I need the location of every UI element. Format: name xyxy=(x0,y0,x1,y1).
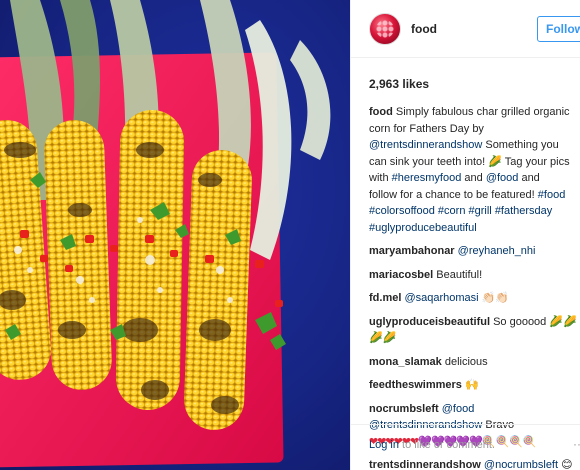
grilled-corn-image xyxy=(0,0,331,468)
mention-link[interactable]: @food xyxy=(442,403,475,415)
caption: food Simply fabulous char grilled organi… xyxy=(369,104,580,236)
comment-username[interactable]: maryambahonar xyxy=(369,245,455,257)
comment-text: Beautiful! xyxy=(436,268,483,281)
caption-text: follow for a chance to be featured! xyxy=(369,188,538,201)
comment: mona_slamak delicious xyxy=(369,354,580,371)
comments-list: food Simply fabulous char grilled organi… xyxy=(369,104,580,470)
post-photo[interactable] xyxy=(0,0,350,470)
corn-emoji-icon: 🌽🌽 xyxy=(549,314,577,328)
mention-link[interactable]: @reyhaneh_nhi xyxy=(458,245,536,257)
mention-link[interactable]: @food xyxy=(486,172,519,184)
post-author-username[interactable]: food xyxy=(411,22,437,36)
caption-text: and xyxy=(518,172,540,184)
comment-username[interactable]: uglyproduceisbeautiful xyxy=(369,316,490,328)
comment-username[interactable]: mona_slamak xyxy=(369,356,442,368)
hashtag-link[interactable]: #food xyxy=(538,189,566,201)
comment: uglyproduceisbeautiful So gooood 🌽🌽 🌽🌽 xyxy=(369,314,580,347)
hashtag-link[interactable]: #fathersday xyxy=(495,205,552,217)
caption-text: Something you xyxy=(482,139,559,151)
caption-text: and xyxy=(461,172,486,184)
mention-link[interactable]: @trentsdinnerandshow xyxy=(369,139,482,151)
follow-button[interactable]: Follow xyxy=(537,16,580,42)
post-side-panel: food Follow 2,963 likes food Simply fabu… xyxy=(350,0,580,470)
caption-text: can sink your teeth into! xyxy=(369,155,486,168)
hashtag-link[interactable]: #colorsoffood xyxy=(369,205,435,217)
login-prompt-text: to like or comment. xyxy=(398,439,495,451)
comment-text: So gooood xyxy=(493,315,547,328)
comment: mariacosbel Beautiful! xyxy=(369,267,580,284)
comment-text: delicious xyxy=(444,355,488,368)
hashtag-link[interactable]: #grill xyxy=(469,205,492,217)
comment-username[interactable]: feedtheswimmers xyxy=(369,379,462,391)
caption-text: Tag your pics xyxy=(501,155,570,168)
comment-username[interactable]: fd.mel xyxy=(369,292,401,304)
caption-text: corn for Fathers Day by xyxy=(369,122,484,135)
clap-emoji-icon: 👏🏻👏🏻 xyxy=(481,291,510,304)
hashtag-link[interactable]: #uglyproducebeautiful xyxy=(369,222,477,234)
comment: feedtheswimmers 🙌 xyxy=(369,377,580,394)
avatar[interactable] xyxy=(369,13,401,45)
caption-username[interactable]: food xyxy=(369,106,393,118)
comment-username[interactable]: mariacosbel xyxy=(369,269,433,281)
caption-text: Simply fabulous char grilled organic xyxy=(395,106,570,118)
more-options-icon[interactable]: ··· xyxy=(573,437,580,451)
corn-emoji-icon: 🌽🌽 xyxy=(369,331,397,344)
likes-count[interactable]: 2,963 likes xyxy=(369,77,429,91)
raised-hands-emoji-icon: 🙌 xyxy=(465,378,479,391)
hashtag-link[interactable]: #corn xyxy=(438,205,466,217)
post-footer: Log in to like or comment. ··· xyxy=(351,424,580,470)
comment: fd.mel @saqarhomasi 👏🏻👏🏻 xyxy=(369,290,580,307)
login-link[interactable]: Log in xyxy=(369,439,399,451)
corn-emoji-icon: 🌽 xyxy=(488,154,502,168)
hashtag-link[interactable]: #heresmyfood xyxy=(392,172,462,184)
comment-username[interactable]: nocrumbsleft xyxy=(369,403,439,415)
caption-text: with xyxy=(369,172,392,184)
post-header: food Follow xyxy=(351,0,580,58)
comment: maryambahonar @reyhaneh_nhi xyxy=(369,243,580,260)
mention-link[interactable]: @saqarhomasi xyxy=(404,292,478,304)
login-prompt: Log in to like or comment. xyxy=(369,439,495,451)
